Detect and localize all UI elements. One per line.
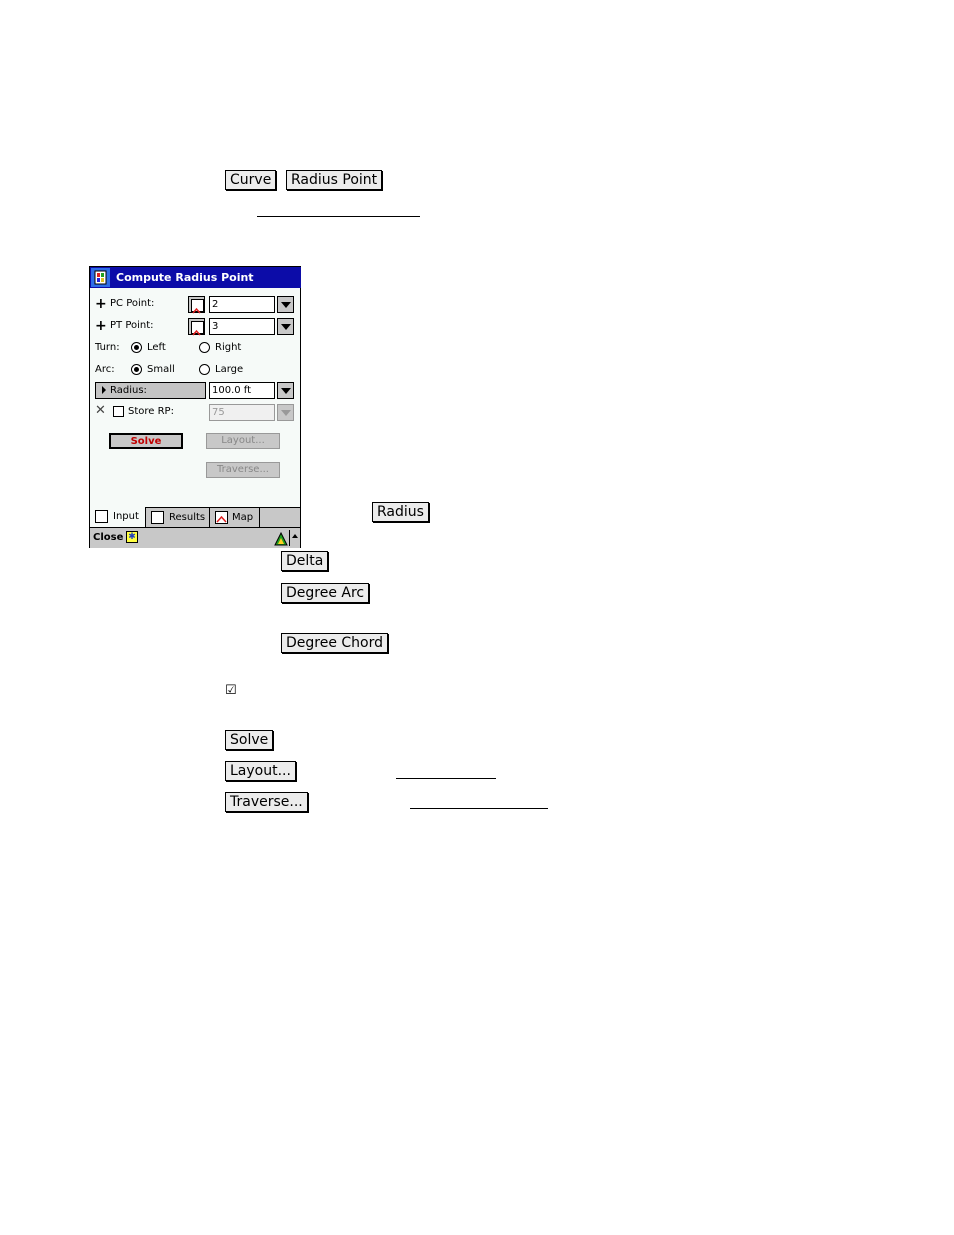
link-underline[interactable] — [396, 778, 496, 779]
plus-icon: + — [95, 296, 107, 312]
arc-large-radio[interactable] — [199, 364, 210, 375]
tab-input-label: Input — [113, 511, 139, 522]
triangle-right-icon — [102, 386, 106, 394]
sip-keyboard-icon[interactable]: ✱ — [126, 531, 138, 543]
windows-start-icon[interactable] — [91, 268, 110, 287]
traverse-doc-button[interactable]: Traverse... — [225, 792, 308, 812]
tab-results[interactable]: Results — [146, 508, 210, 527]
results-doc-icon — [151, 511, 164, 524]
arc-small-label[interactable]: Small — [147, 364, 175, 375]
tab-results-label: Results — [169, 512, 206, 523]
turn-right-radio[interactable] — [199, 342, 210, 353]
dialog-title: Compute Radius Point — [116, 271, 254, 284]
pt-point-input[interactable]: 3 — [209, 318, 275, 335]
link-underline[interactable] — [410, 808, 548, 809]
arc-small-radio[interactable] — [131, 364, 142, 375]
solve-button[interactable]: Solve — [109, 433, 183, 449]
radius-input[interactable]: 100.0 ft — [209, 382, 275, 399]
pc-point-dropdown[interactable] — [277, 296, 294, 313]
radius-label: Radius: — [110, 385, 147, 396]
store-rp-input[interactable]: 75 — [209, 404, 275, 421]
command-bar: Close ✱ — [90, 527, 300, 548]
pc-point-label: PC Point: — [110, 298, 155, 309]
chevron-down-icon — [281, 388, 291, 394]
turn-label: Turn: — [95, 342, 120, 353]
layout-doc-button[interactable]: Layout... — [225, 761, 296, 781]
chevron-down-icon — [281, 410, 291, 416]
traverse-button[interactable]: Traverse... — [206, 462, 280, 478]
plus-icon: + — [95, 318, 107, 334]
map-icon — [215, 511, 228, 524]
radius-doc-button[interactable]: Radius — [372, 502, 429, 522]
radius-point-button[interactable]: Radius Point — [286, 170, 383, 190]
turn-left-label[interactable]: Left — [147, 342, 166, 353]
compute-radius-point-dialog: Compute Radius Point + PC Point: 2 + PT … — [89, 266, 301, 548]
chevron-up-icon[interactable] — [292, 534, 298, 538]
degree-chord-doc-button[interactable]: Degree Chord — [281, 633, 389, 653]
tab-map[interactable]: Map — [210, 508, 260, 527]
input-form-icon — [95, 510, 108, 523]
tab-map-label: Map — [232, 512, 254, 523]
arc-large-label[interactable]: Large — [215, 364, 243, 375]
pc-point-input[interactable]: 2 — [209, 296, 275, 313]
tab-bar: Input Results Map — [90, 507, 300, 528]
pt-point-dropdown[interactable] — [277, 318, 294, 335]
radius-dropdown[interactable] — [277, 382, 294, 399]
turn-right-label[interactable]: Right — [215, 342, 241, 353]
chevron-down-icon — [281, 324, 291, 330]
gps-status-icon[interactable] — [274, 531, 288, 550]
pick-from-map-button[interactable] — [188, 318, 205, 336]
checkbox-checked-icon: ☑ — [225, 683, 237, 698]
arc-label: Arc: — [95, 364, 115, 375]
turn-left-radio[interactable] — [131, 342, 142, 353]
divider — [289, 530, 290, 546]
delta-doc-button[interactable]: Delta — [281, 551, 329, 571]
radius-mode-button[interactable]: Radius: — [95, 382, 206, 399]
degree-arc-doc-button[interactable]: Degree Arc — [281, 583, 370, 603]
pick-from-map-button[interactable] — [188, 296, 205, 314]
link-underline[interactable] — [257, 216, 420, 217]
layout-button[interactable]: Layout... — [206, 433, 280, 449]
chevron-down-icon — [281, 302, 291, 308]
title-bar: Compute Radius Point — [90, 267, 301, 288]
store-rp-checkbox[interactable] — [113, 406, 124, 417]
store-rp-label[interactable]: Store RP: — [128, 406, 174, 417]
close-x-icon: ✕ — [95, 403, 106, 418]
store-rp-dropdown[interactable] — [277, 404, 294, 421]
solve-doc-button[interactable]: Solve — [225, 730, 274, 750]
curve-button[interactable]: Curve — [225, 170, 277, 190]
close-button[interactable]: Close — [93, 532, 123, 543]
tab-input[interactable]: Input — [90, 507, 146, 527]
pt-point-label: PT Point: — [110, 320, 154, 331]
